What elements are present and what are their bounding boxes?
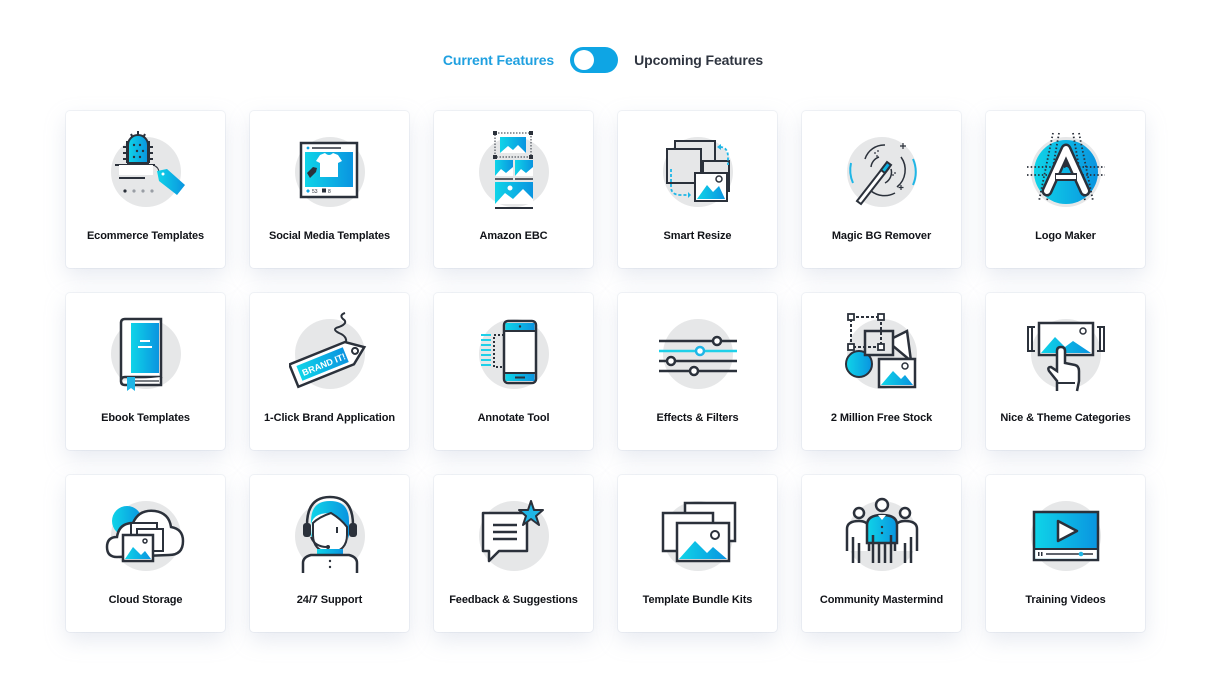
image-layout-blocks-icon	[473, 129, 555, 211]
feature-card-social-media-templates[interactable]: 53 8 Social Media Templates	[250, 111, 409, 268]
likes-count: 53	[312, 189, 318, 195]
feature-card-magic-bg-remover[interactable]: Magic BG Remover	[802, 111, 961, 268]
cloud-images-icon	[105, 493, 187, 575]
feature-label: Effects & Filters	[656, 412, 739, 424]
video-player-icon	[1025, 493, 1107, 575]
brand-tag-icon: BRAND IT!	[289, 311, 371, 393]
upcoming-features-label[interactable]: Upcoming Features	[634, 52, 763, 68]
feature-card-amazon-ebc[interactable]: Amazon EBC	[434, 111, 593, 268]
current-features-label[interactable]: Current Features	[443, 52, 554, 68]
feature-card-smart-resize[interactable]: Smart Resize	[618, 111, 777, 268]
feature-card-community[interactable]: Community Mastermind	[802, 475, 961, 632]
stacked-images-icon	[657, 493, 739, 575]
feature-label: 1-Click Brand Application	[264, 412, 395, 424]
letter-a-logo-icon	[1025, 129, 1107, 211]
feature-label: Smart Resize	[663, 230, 732, 242]
feature-label: Cloud Storage	[108, 594, 183, 606]
phone-annotate-icon	[473, 311, 555, 393]
toggle-knob	[574, 50, 595, 70]
feature-card-ecommerce-templates[interactable]: Ecommerce Templates	[66, 111, 225, 268]
social-post-tshirt-icon: 53 8	[289, 129, 371, 211]
book-icon	[105, 311, 187, 393]
feature-label: 24/7 Support	[296, 594, 363, 606]
feature-label: 2 Million Free Stock	[830, 412, 933, 424]
headset-agent-icon	[289, 493, 371, 575]
feature-label: Community Mastermind	[819, 594, 944, 606]
sliders-icon	[657, 311, 739, 393]
feature-label: Training Videos	[1025, 594, 1106, 606]
feature-card-ebook-templates[interactable]: Ebook Templates	[66, 293, 225, 450]
feature-label: Nice & Theme Categories	[1000, 412, 1131, 424]
feature-label: Feedback & Suggestions	[449, 594, 578, 606]
feature-toggle: Current Features Upcoming Features	[0, 46, 1206, 74]
feature-label: Logo Maker	[1035, 230, 1096, 242]
stock-shapes-icon	[841, 311, 923, 393]
feature-card-cloud-storage[interactable]: Cloud Storage	[66, 475, 225, 632]
feature-label: Annotate Tool	[477, 412, 550, 424]
feature-card-theme-categories[interactable]: Nice & Theme Categories	[986, 293, 1145, 450]
team-people-icon	[841, 493, 923, 575]
feature-label: Ebook Templates	[101, 412, 190, 424]
features-grid: Ecommerce Templates 53 8 Social Media Te…	[66, 111, 1145, 632]
feature-card-free-stock[interactable]: 2 Million Free Stock	[802, 293, 961, 450]
feature-card-logo-maker[interactable]: Logo Maker	[986, 111, 1145, 268]
resize-frames-icon	[657, 129, 739, 211]
feature-card-brand-application[interactable]: BRAND IT! 1-Click Brand Application	[250, 293, 409, 450]
feature-label: Ecommerce Templates	[86, 230, 205, 242]
features-toggle-switch[interactable]	[570, 47, 619, 73]
feature-label: Amazon EBC	[479, 230, 548, 242]
feature-card-training-videos[interactable]: Training Videos	[986, 475, 1145, 632]
feature-label: Social Media Templates	[268, 230, 391, 242]
feature-label: Template Bundle Kits	[642, 594, 753, 606]
feature-card-support[interactable]: 24/7 Support	[250, 475, 409, 632]
comments-count: 8	[328, 189, 331, 195]
feature-card-feedback[interactable]: Feedback & Suggestions	[434, 475, 593, 632]
touch-gallery-icon	[1025, 311, 1107, 393]
chat-star-icon	[473, 493, 555, 575]
feature-label: Magic BG Remover	[831, 230, 932, 242]
feature-card-template-bundle[interactable]: Template Bundle Kits	[618, 475, 777, 632]
cactus-price-tag-icon	[105, 129, 187, 211]
feature-card-annotate-tool[interactable]: Annotate Tool	[434, 293, 593, 450]
feature-card-effects-filters[interactable]: Effects & Filters	[618, 293, 777, 450]
magic-wand-icon	[841, 129, 923, 211]
